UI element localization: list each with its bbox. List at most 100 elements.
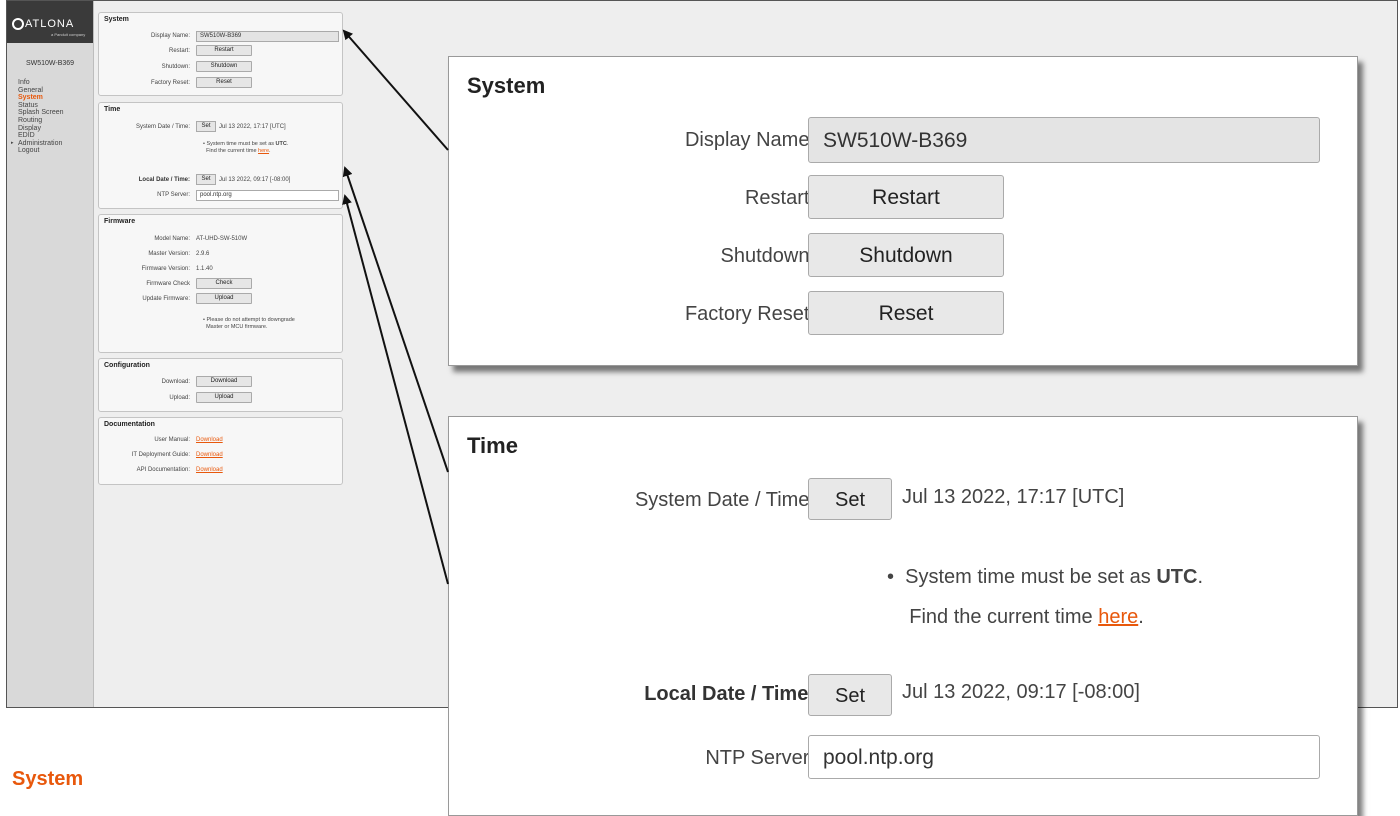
zoom-utc-note-suffix-2: . xyxy=(1138,606,1144,628)
sidebar-item-administration-label: Administration xyxy=(18,139,63,147)
it-guide-label: IT Deployment Guide: xyxy=(131,452,190,458)
utc-note: • System time must be set as UTC. Find t… xyxy=(203,141,289,154)
user-manual-download-link[interactable]: Download xyxy=(196,437,223,443)
zoom-reset-button[interactable]: Reset xyxy=(808,291,1004,335)
ntp-server-label: NTP Server: xyxy=(157,192,190,198)
zoom-set-local-time-button[interactable]: Set xyxy=(808,674,892,716)
panel-title: Documentation xyxy=(104,421,155,428)
shutdown-button[interactable]: Shutdown xyxy=(196,61,252,72)
logo-text: ATLONA xyxy=(25,18,75,30)
sidebar-item-system[interactable]: System xyxy=(18,94,64,102)
atlona-logo-icon xyxy=(12,18,24,30)
firmware-version-value: 1.1.40 xyxy=(196,266,213,272)
zoom-panel-title: System xyxy=(467,73,546,98)
firmware-version-label: Firmware Version: xyxy=(141,266,190,272)
sidebar-item-general[interactable]: General xyxy=(18,87,64,95)
shutdown-label: Shutdown: xyxy=(161,64,190,70)
zoom-shutdown-label: Shutdown: xyxy=(720,245,815,267)
download-config-button[interactable]: Download xyxy=(196,376,252,387)
upload-config-label: Upload: xyxy=(169,395,190,401)
display-name-label: Display Name: xyxy=(150,33,190,39)
downgrade-note-text-2: Master or MCU firmware. xyxy=(206,324,268,330)
utc-note-text-2: Find the current time xyxy=(206,148,259,154)
system-panel: System Display Name: SW510W-B369 Restart… xyxy=(98,12,343,96)
sidebar: ATLONA a Panduit company SW510W-B369 Inf… xyxy=(7,1,94,707)
set-local-time-button[interactable]: Set xyxy=(196,174,216,185)
user-manual-label: User Manual: xyxy=(154,437,190,443)
model-name-value: AT-UHD-SW-510W xyxy=(196,236,248,242)
zoom-restart-label: Restart: xyxy=(744,187,815,209)
upload-config-button[interactable]: Upload xyxy=(196,392,252,403)
zoom-utc-note-text-2: Find the current time xyxy=(909,606,1099,628)
sidebar-item-info[interactable]: Info xyxy=(18,79,64,87)
model-name-label: Model Name: xyxy=(154,236,190,242)
current-time-link[interactable]: here xyxy=(258,148,269,154)
reset-button[interactable]: Reset xyxy=(196,77,252,88)
zoom-current-time-link[interactable]: here xyxy=(1098,606,1138,628)
api-doc-label: API Documentation: xyxy=(136,467,190,473)
ntp-server-field[interactable]: pool.ntp.org xyxy=(196,190,339,201)
set-system-time-button[interactable]: Set xyxy=(196,121,216,132)
panel-title: System xyxy=(104,16,129,23)
zoom-display-name-field[interactable]: SW510W-B369 xyxy=(808,117,1320,163)
logo-bar: ATLONA a Panduit company xyxy=(7,1,93,43)
check-button[interactable]: Check xyxy=(196,278,252,289)
display-name-field[interactable]: SW510W-B369 xyxy=(196,31,339,42)
panel-title: Time xyxy=(104,106,121,113)
firmware-check-label: Firmware Check xyxy=(146,281,190,287)
zoom-utc-note: • System time must be set as UTC. Find t… xyxy=(887,566,1203,628)
zoom-shutdown-button[interactable]: Shutdown xyxy=(808,233,1004,277)
local-date-time-label: Local Date / Time: xyxy=(138,177,190,183)
system-zoom-panel: System Display Name: SW510W-B369 Restart… xyxy=(448,56,1358,366)
time-panel: Time System Date / Time: Set Jul 13 2022… xyxy=(98,102,343,209)
zoom-utc-note-suffix: . xyxy=(1197,566,1203,588)
zoom-set-system-time-button[interactable]: Set xyxy=(808,478,892,520)
sidebar-item-display[interactable]: Display xyxy=(18,125,64,133)
time-zoom-panel: Time System Date / Time: Set Jul 13 2022… xyxy=(448,416,1358,816)
utc-note-text: System time must be set as xyxy=(206,141,276,147)
master-version-value: 2.9.6 xyxy=(196,251,210,257)
api-doc-download-link[interactable]: Download xyxy=(196,467,223,473)
zoom-local-date-time-value: Jul 13 2022, 09:17 [-08:00] xyxy=(902,681,1140,703)
device-name: SW510W-B369 xyxy=(25,60,75,67)
page-heading: System xyxy=(12,768,84,790)
factory-reset-label: Factory Reset: xyxy=(150,80,190,86)
configuration-panel: Configuration Download: Download Upload:… xyxy=(98,358,343,412)
zoom-utc-note-bold: UTC xyxy=(1156,566,1198,588)
upload-firmware-button[interactable]: Upload xyxy=(196,293,252,304)
firmware-panel: Firmware Model Name: AT-UHD-SW-510W Mast… xyxy=(98,214,343,353)
sidebar-item-administration[interactable]: ▸ Administration xyxy=(11,139,64,148)
sidebar-item-status[interactable]: Status xyxy=(18,102,64,110)
it-guide-download-link[interactable]: Download xyxy=(196,452,223,458)
master-version-label: Master Version: xyxy=(148,251,190,257)
downgrade-note-text: Please do not attempt to downgrade xyxy=(206,317,295,323)
sidebar-nav: Info General System Status Splash Screen… xyxy=(11,79,64,155)
local-date-time-value: Jul 13 2022, 09:17 [-08:00] xyxy=(219,177,291,183)
zoom-local-date-time-label: Local Date / Time: xyxy=(644,683,815,705)
sidebar-item-edid[interactable]: EDID xyxy=(18,132,64,140)
zoom-restart-button[interactable]: Restart xyxy=(808,175,1004,219)
logo-subtext: a Panduit company xyxy=(51,32,86,37)
zoom-system-date-time-value: Jul 13 2022, 17:17 [UTC] xyxy=(902,486,1125,508)
zoom-utc-note-text: System time must be set as xyxy=(905,566,1157,588)
download-config-label: Download: xyxy=(161,379,190,385)
documentation-panel: Documentation User Manual: Download IT D… xyxy=(98,417,343,485)
utc-note-suffix: . xyxy=(286,141,289,147)
zoom-ntp-server-field[interactable]: pool.ntp.org xyxy=(808,735,1320,779)
panel-title: Firmware xyxy=(104,218,136,225)
panel-title: Configuration xyxy=(104,362,150,369)
system-date-time-label: System Date / Time: xyxy=(135,124,190,130)
downgrade-note: • Please do not attempt to downgrade Mas… xyxy=(203,317,295,330)
sidebar-item-splash-screen[interactable]: Splash Screen xyxy=(18,109,64,117)
zoom-display-name-label: Display Name: xyxy=(684,129,815,151)
utc-note-bold: UTC xyxy=(275,141,287,147)
restart-button[interactable]: Restart xyxy=(196,45,252,56)
caret-right-icon: ▸ xyxy=(11,139,14,146)
sidebar-item-logout[interactable]: Logout xyxy=(18,147,64,155)
sidebar-item-routing[interactable]: Routing xyxy=(18,117,64,125)
restart-label: Restart: xyxy=(168,48,190,54)
utc-note-suffix-2: . xyxy=(269,148,271,154)
update-firmware-label: Update Firmware: xyxy=(142,296,190,302)
zoom-system-date-time-label: System Date / Time: xyxy=(634,489,815,511)
system-date-time-value: Jul 13 2022, 17:17 [UTC] xyxy=(219,124,286,130)
